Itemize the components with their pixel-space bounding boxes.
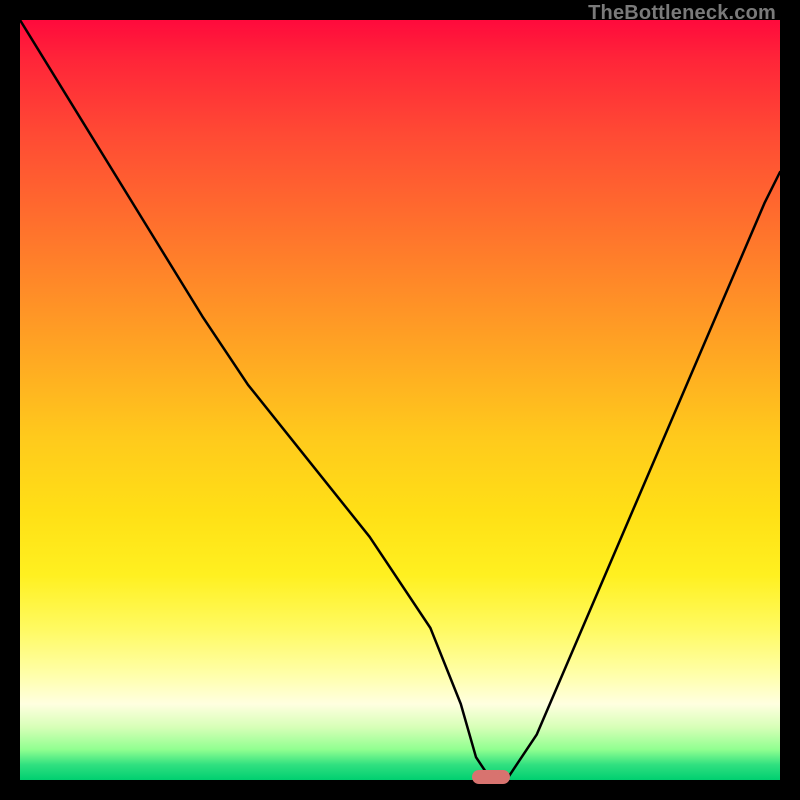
chart-container: TheBottleneck.com [0, 0, 800, 800]
watermark-text: TheBottleneck.com [588, 2, 776, 25]
bottleneck-curve [20, 20, 780, 780]
optimal-marker [472, 770, 510, 784]
